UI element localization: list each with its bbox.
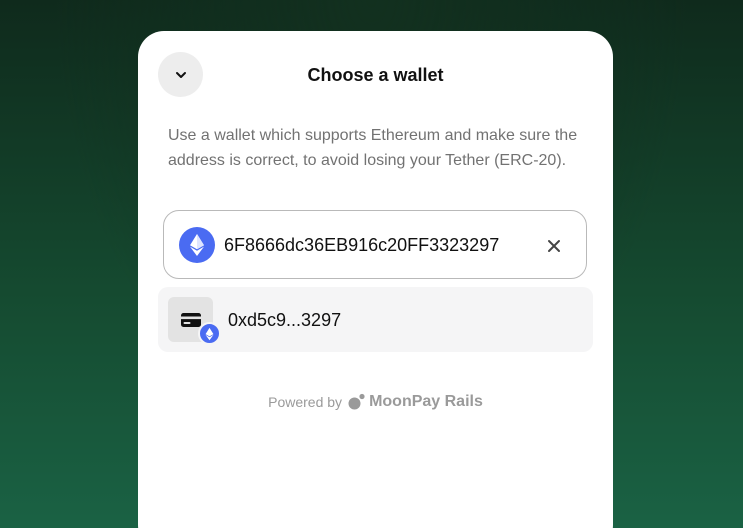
powered-by-footer: Powered by MoonPay Rails	[138, 393, 613, 411]
wallet-address-field[interactable]	[163, 210, 587, 279]
wallet-address-input[interactable]	[224, 226, 532, 264]
wallet-result-item[interactable]: 0xd5c9...3297	[158, 287, 593, 352]
ethereum-icon	[179, 227, 215, 263]
close-icon	[548, 240, 560, 252]
clear-address-button[interactable]	[541, 233, 567, 259]
powered-by-text: Powered by	[268, 394, 343, 410]
wallet-picker-panel: Choose a wallet Use a wallet which suppo…	[138, 31, 613, 528]
page-title: Choose a wallet	[307, 65, 444, 85]
ethereum-badge-icon	[198, 322, 221, 345]
description-text: Use a wallet which supports Ethereum and…	[168, 127, 578, 169]
wallet-address-label: 0xd5c9...3297	[228, 310, 342, 330]
brand-name: MoonPay Rails	[369, 393, 483, 410]
moonpay-logo-icon	[348, 393, 365, 410]
